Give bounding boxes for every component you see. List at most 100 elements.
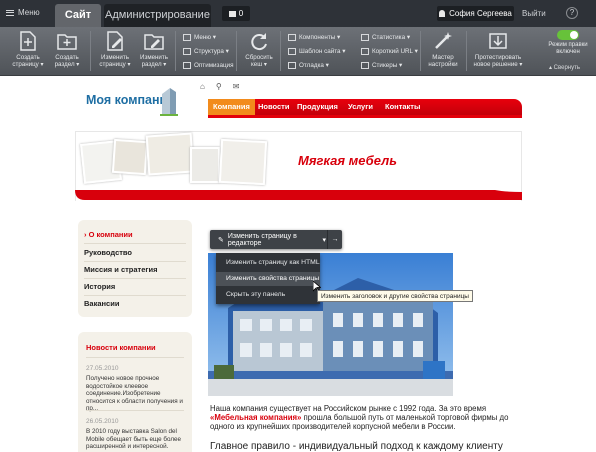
search-icon[interactable]: ⚲ [216, 82, 222, 91]
toolbar-separator [280, 31, 281, 71]
news-text[interactable]: В 2010 году выставка Salon del Mobile об… [86, 428, 186, 451]
message-icon [228, 10, 236, 17]
site-header-icons: ⌂ ⚲ ✉ [200, 82, 239, 91]
news-date: 27.05.2010 [86, 365, 119, 372]
sidebar-item-mission[interactable]: Миссия и стратегия [84, 265, 158, 274]
intro-paragraph: Наша компания существует на Российском р… [210, 404, 510, 431]
left-sidebar-menu: › О компании Руководство Миссия и страте… [78, 220, 192, 317]
create-page-button[interactable]: Создать страницу ▾ [7, 30, 49, 68]
main-nav: Компания Новости Продукция Услуги Контак… [208, 99, 522, 115]
user-icon [439, 10, 446, 17]
collapse-toolbar-link[interactable]: ▴ Свернуть [549, 64, 580, 71]
debug-dropdown[interactable]: Отладка ▾ [288, 58, 345, 72]
folder-add-icon [57, 34, 77, 50]
create-page-label-2: страницу ▾ [12, 61, 44, 68]
nav-underline [208, 115, 522, 118]
components-dropdown[interactable]: Компоненты ▾ [288, 30, 345, 44]
structure-dropdown[interactable]: Структура ▾ [183, 44, 233, 58]
short-url-label: Короткий URL ▾ [372, 47, 418, 55]
stickers-dropdown[interactable]: Стикеры ▾ [361, 58, 418, 72]
menu-dropdown-label: Меню ▾ [194, 33, 216, 41]
setup-wizard-label-1: Мастер [432, 54, 454, 61]
toolbar-column-stats: Статистика ▾ Короткий URL ▾ Стикеры ▾ [361, 30, 418, 72]
site-template-label: Шаблон сайта ▾ [299, 47, 346, 55]
menu-dropdown[interactable]: Меню ▾ [183, 30, 233, 44]
site-template-dropdown[interactable]: Шаблон сайта ▾ [288, 44, 345, 58]
news-text[interactable]: Получено новое прочное водостойкое клеев… [86, 375, 186, 413]
edit-in-editor-button[interactable]: ✎ Изменить страницу в редакторе ▾ [210, 230, 326, 249]
toolbar-separator [420, 31, 421, 71]
intro-brand: «Мебельная компания» [210, 413, 302, 422]
stickers-label: Стикеры ▾ [372, 61, 403, 69]
optimization-link[interactable]: Оптимизация [183, 58, 233, 72]
sidebar-separator [84, 295, 186, 296]
magic-wand-icon [435, 32, 452, 49]
tooltip: Изменить заголовок и другие свойства стр… [317, 290, 473, 302]
banner-photo [218, 138, 268, 186]
setup-wizard-button[interactable]: Мастер настройки [422, 30, 464, 68]
toolbar-separator [466, 31, 467, 71]
debug-label: Отладка ▾ [299, 61, 329, 69]
help-icon[interactable]: ? [566, 7, 578, 19]
notifications-count: 0 [238, 9, 244, 18]
nav-item-company[interactable]: Компания [208, 99, 255, 115]
edit-page-label-1: Изменить [101, 54, 129, 61]
sticker-icon [361, 61, 369, 69]
create-page-label-1: Создать [16, 54, 40, 61]
short-url-dropdown[interactable]: Короткий URL ▾ [361, 44, 418, 58]
logout-link[interactable]: Выйти [522, 9, 546, 18]
edit-page-dropdown: Изменить страницу как HTML Изменить свой… [216, 253, 320, 304]
nav-item-services[interactable]: Услуги [343, 99, 378, 115]
menu-icon [183, 33, 191, 41]
tab-administration[interactable]: Администрирование [104, 4, 211, 27]
toggle-switch[interactable] [557, 30, 579, 40]
pencil-icon: ✎ [218, 236, 224, 244]
home-icon[interactable]: ⌂ [200, 82, 205, 91]
news-title[interactable]: Новости компании [86, 343, 156, 352]
create-section-button[interactable]: Создать раздел ▾ [46, 30, 88, 68]
user-button[interactable]: София Сергеева [437, 6, 514, 21]
edit-section-label-2: раздел ▾ [141, 61, 167, 68]
hamburger-icon [6, 8, 14, 17]
nav-item-contacts[interactable]: Контакты [380, 99, 425, 115]
sidebar-item-about[interactable]: › О компании [84, 230, 133, 239]
menu-item-hide-panel[interactable]: Скрыть эту панель [216, 288, 320, 302]
banner-photo [190, 147, 220, 183]
news-separator [86, 410, 184, 411]
menu-item-edit-html[interactable]: Изменить страницу как HTML [216, 256, 320, 270]
reset-cache-button[interactable]: Сбросить кеш ▾ [238, 30, 280, 68]
sidebar-item-management[interactable]: Руководство [84, 248, 132, 257]
components-icon [288, 33, 296, 41]
toolbar-separator [236, 31, 237, 71]
menu-item-edit-properties[interactable]: Изменить свойства страницы [216, 272, 320, 286]
menu-label: Меню [18, 8, 40, 17]
edit-mode-toggle[interactable]: Режим правки включен [543, 30, 593, 56]
banner-red-wave [75, 190, 522, 200]
menu-button[interactable]: Меню [6, 8, 40, 17]
sidebar-item-vacancies[interactable]: Вакансии [84, 299, 119, 308]
edit-section-label-1: Изменить [140, 54, 168, 61]
nav-item-news[interactable]: Новости [253, 99, 294, 115]
sidebar-separator [84, 261, 186, 262]
test-solution-label-1: Протестировать [474, 54, 522, 61]
sidebar-item-history[interactable]: История [84, 282, 115, 291]
edit-section-button[interactable]: Изменить раздел ▾ [133, 30, 175, 68]
building-logo-icon [160, 88, 178, 116]
edit-mode-label-2: включен [556, 49, 580, 55]
tab-site[interactable]: Сайт [55, 4, 101, 27]
notifications-button[interactable]: 0 [222, 6, 250, 21]
mail-icon[interactable]: ✉ [233, 82, 240, 91]
chevron-down-icon: ▾ [322, 236, 326, 244]
test-solution-button[interactable]: Протестировать новое решение ▾ [470, 30, 526, 68]
content-heading: Главное правило - индивидуальный подход … [210, 441, 503, 452]
page-edit-icon [107, 31, 123, 51]
sidebar-separator [84, 278, 186, 279]
edit-page-panel: ✎ Изменить страницу в редакторе ▾ → [210, 230, 342, 249]
edit-panel-arrow-button[interactable]: → [327, 230, 342, 249]
statistics-dropdown[interactable]: Статистика ▾ [361, 30, 418, 44]
toolbar-column-components: Компоненты ▾ Шаблон сайта ▾ Отладка ▾ [288, 30, 345, 72]
create-section-label-1: Создать [55, 54, 79, 61]
news-date: 26.05.2010 [86, 418, 119, 425]
nav-item-products[interactable]: Продукция [292, 99, 343, 115]
edit-page-button[interactable]: Изменить страницу ▾ [94, 30, 136, 68]
